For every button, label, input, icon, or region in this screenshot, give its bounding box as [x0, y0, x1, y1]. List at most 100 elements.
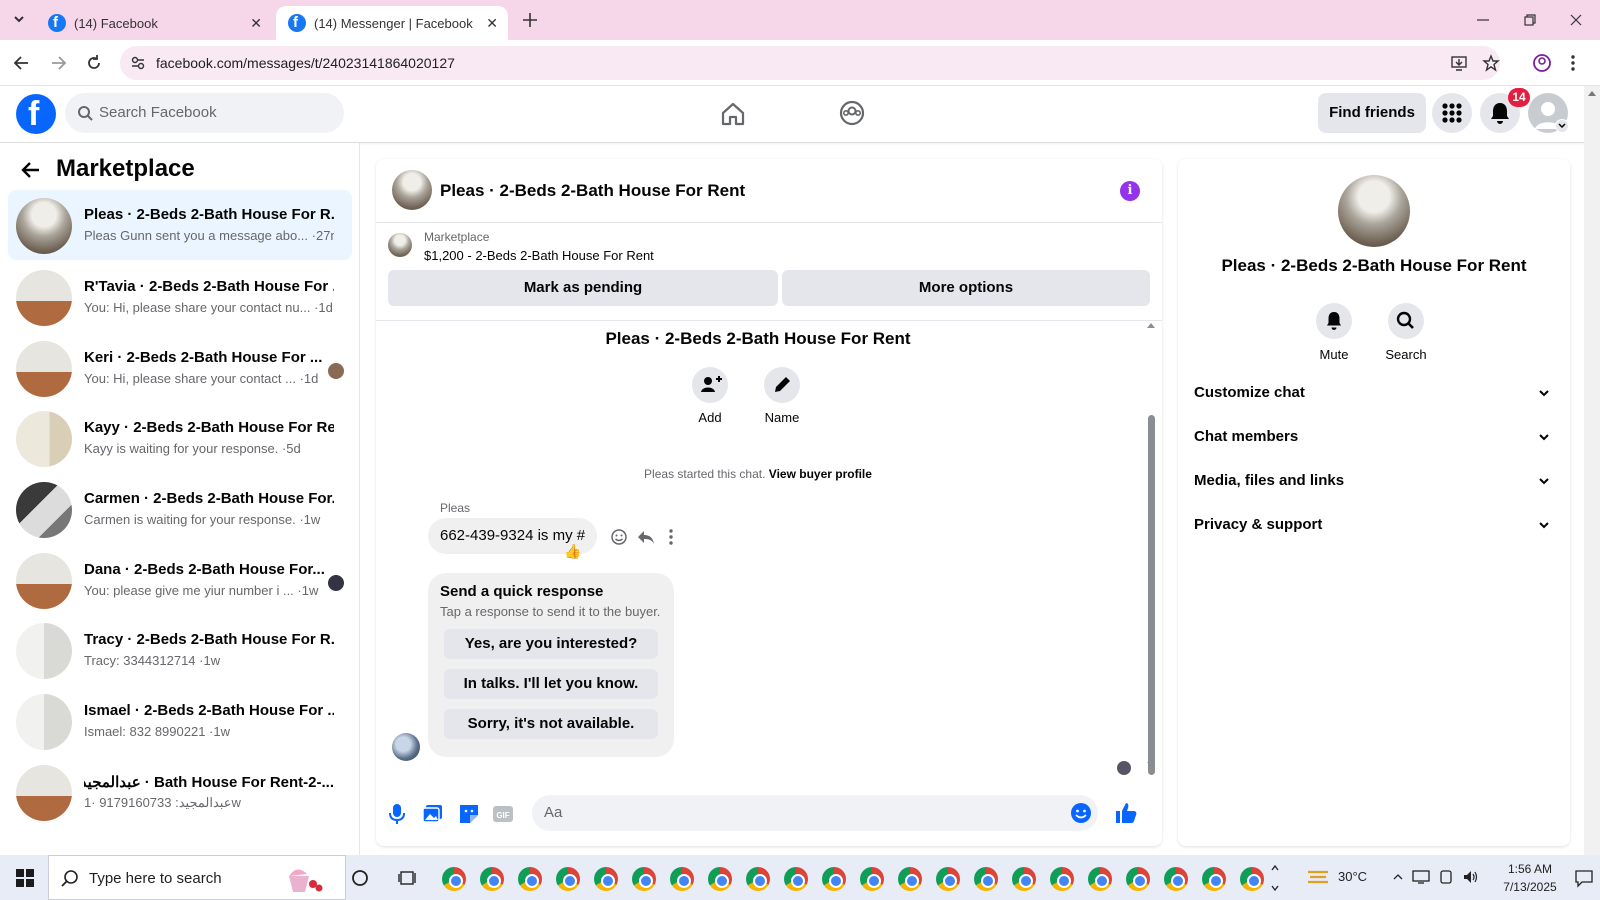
restore-icon[interactable]	[1522, 12, 1538, 28]
close-tab-icon[interactable]: ✕	[250, 15, 262, 32]
chrome-app-icon[interactable]	[822, 867, 846, 891]
chrome-app-icon[interactable]	[480, 867, 504, 891]
scroll-down-icon[interactable]	[1146, 761, 1156, 769]
chrome-app-icon[interactable]	[784, 867, 808, 891]
temperature[interactable]: 30°C	[1338, 869, 1367, 884]
chrome-app-icon[interactable]	[1088, 867, 1112, 891]
volume-icon[interactable]	[1462, 869, 1480, 885]
photo-icon[interactable]	[422, 803, 444, 825]
name-chat-button[interactable]: Name	[752, 367, 812, 425]
weather-icon[interactable]	[1306, 867, 1330, 887]
install-app-icon[interactable]	[1450, 54, 1468, 72]
chat-avatar[interactable]	[392, 170, 432, 210]
chrome-app-icon[interactable]	[556, 867, 580, 891]
chrome-app-icon[interactable]	[1164, 867, 1188, 891]
chrome-app-icon[interactable]	[708, 867, 732, 891]
mute-button[interactable]: Mute	[1302, 303, 1366, 362]
chrome-app-icon[interactable]	[860, 867, 884, 891]
minimize-icon[interactable]	[1475, 12, 1491, 28]
close-window-icon[interactable]	[1568, 12, 1584, 28]
menu-grid-button[interactable]	[1432, 93, 1472, 133]
close-tab-icon[interactable]: ✕	[486, 15, 498, 32]
conversation-item[interactable]: Kayy · 2-Beds 2-Bath House For Re... Kay…	[8, 403, 352, 473]
customize-chat-section[interactable]: Customize chat	[1194, 373, 1554, 413]
gif-icon[interactable]: GIF	[492, 803, 514, 825]
thumbs-up-reaction[interactable]: 👍	[564, 543, 581, 560]
chrome-app-icon[interactable]	[1126, 867, 1150, 891]
url-text[interactable]: facebook.com/messages/t/2402314186402012…	[156, 55, 455, 71]
more-options-button[interactable]: More options	[782, 270, 1150, 306]
tab-facebook[interactable]: (14) Facebook ✕	[36, 6, 272, 40]
find-friends-button[interactable]: Find friends	[1318, 93, 1426, 133]
like-icon[interactable]	[1114, 801, 1138, 825]
chrome-app-icon[interactable]	[594, 867, 618, 891]
new-tab-icon[interactable]	[520, 10, 540, 30]
message-scrollbar[interactable]	[1148, 415, 1155, 775]
mark-as-pending-button[interactable]: Mark as pending	[388, 270, 778, 306]
page-scrollbar[interactable]	[1584, 86, 1600, 855]
chrome-app-icon[interactable]	[746, 867, 770, 891]
message-input[interactable]: Aa	[532, 795, 1098, 831]
quick-reply-button[interactable]: Sorry, it's not available.	[444, 709, 658, 739]
tab-list-icon[interactable]	[10, 10, 28, 28]
tab-messenger[interactable]: (14) Messenger | Facebook ✕	[276, 6, 508, 40]
home-icon[interactable]	[720, 101, 746, 127]
sender-avatar[interactable]	[392, 733, 420, 761]
windows-start-icon[interactable]	[16, 869, 34, 887]
privacy-support-section[interactable]: Privacy & support	[1194, 505, 1554, 545]
conversation-item[interactable]: Keri · 2-Beds 2-Bath House For ... You: …	[8, 333, 352, 403]
back-arrow-icon[interactable]	[20, 159, 42, 181]
omnibox[interactable]: facebook.com/messages/t/2402314186402012…	[120, 46, 1500, 80]
browser-menu-icon[interactable]	[1570, 53, 1576, 73]
listing-thumbnail[interactable]	[388, 233, 412, 257]
chrome-app-icon[interactable]	[1202, 867, 1226, 891]
info-icon[interactable]: i	[1120, 181, 1140, 201]
add-people-button[interactable]: Add	[680, 367, 740, 425]
chrome-app-icon[interactable]	[1240, 867, 1264, 891]
emoji-icon[interactable]	[1070, 802, 1092, 824]
task-view-icon[interactable]	[398, 868, 418, 888]
device-icon[interactable]	[1438, 869, 1454, 885]
groups-icon[interactable]	[839, 100, 865, 126]
chrome-app-icon[interactable]	[898, 867, 922, 891]
reply-icon[interactable]	[636, 528, 656, 546]
bookmark-star-icon[interactable]	[1482, 54, 1500, 72]
conversation-item[interactable]: Dana · 2-Beds 2-Bath House For... You: p…	[8, 545, 352, 615]
taskbar-search-box[interactable]: Type here to search	[48, 855, 346, 900]
react-icon[interactable]	[610, 528, 628, 546]
conversation-item[interactable]: R'Tavia · 2-Beds 2-Bath House For ... Yo…	[8, 262, 352, 332]
chrome-app-icon[interactable]	[518, 867, 542, 891]
taskbar-scroll-icon[interactable]	[1270, 863, 1280, 893]
chrome-app-icon[interactable]	[670, 867, 694, 891]
quick-reply-button[interactable]: Yes, are you interested?	[444, 629, 658, 659]
chrome-app-icon[interactable]	[1050, 867, 1074, 891]
tray-chevron-icon[interactable]	[1392, 871, 1404, 883]
forward-icon[interactable]	[48, 53, 68, 73]
chrome-app-icon[interactable]	[1012, 867, 1036, 891]
conversation-item[interactable]: Carmen · 2-Beds 2-Bath House For... Carm…	[8, 474, 352, 544]
chat-title[interactable]: Pleas · 2-Beds 2-Bath House For Rent	[440, 181, 745, 201]
conversation-item[interactable]: Ismael · 2-Beds 2-Bath House For ... Ism…	[8, 686, 352, 756]
site-info-icon[interactable]	[130, 55, 146, 71]
scroll-up-icon[interactable]	[1584, 86, 1600, 102]
reload-icon[interactable]	[84, 53, 104, 73]
view-buyer-profile-link[interactable]: View buyer profile	[769, 467, 872, 481]
back-icon[interactable]	[12, 53, 32, 73]
chat-members-section[interactable]: Chat members	[1194, 417, 1554, 457]
network-icon[interactable]	[1412, 869, 1430, 885]
search-facebook-input[interactable]: Search Facebook	[65, 93, 344, 133]
chat-profile-photo[interactable]	[1338, 175, 1410, 247]
conversation-item[interactable]: ...-Bath House For Rent-2 · عبدالمجيد عب…	[8, 757, 352, 827]
conversation-item[interactable]: Tracy · 2-Beds 2-Bath House For R... Tra…	[8, 615, 352, 685]
quick-reply-button[interactable]: In talks. I'll let you know.	[444, 669, 658, 699]
cortana-icon[interactable]	[350, 868, 370, 888]
sticker-icon[interactable]	[458, 803, 480, 825]
chrome-app-icon[interactable]	[632, 867, 656, 891]
notification-center-icon[interactable]	[1574, 868, 1594, 888]
scroll-up-icon[interactable]	[1146, 321, 1156, 329]
more-actions-icon[interactable]	[668, 528, 674, 546]
account-chevron-icon[interactable]	[1555, 119, 1569, 133]
profile-icon[interactable]	[1532, 53, 1552, 73]
facebook-logo-icon[interactable]: f	[16, 94, 56, 134]
system-clock[interactable]: 1:56 AM 7/13/2025	[1500, 860, 1560, 896]
